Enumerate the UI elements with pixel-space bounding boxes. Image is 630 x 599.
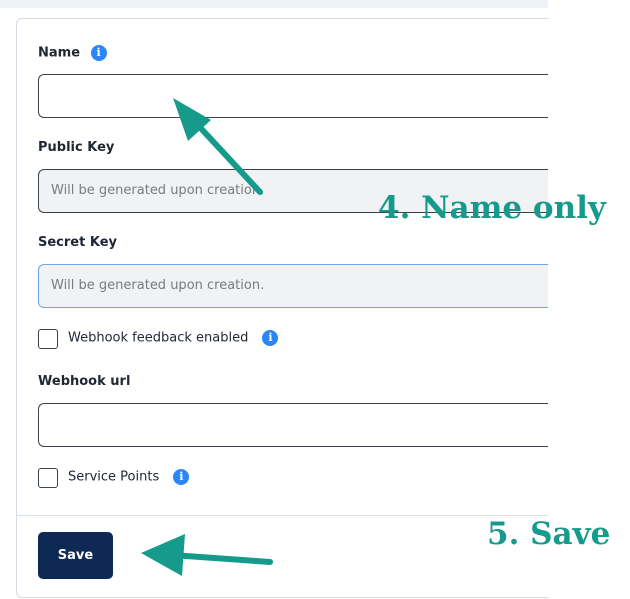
arrow-to-save-icon [141, 534, 273, 576]
annotation-arrows [141, 98, 273, 576]
arrow-to-name-icon [173, 98, 263, 195]
